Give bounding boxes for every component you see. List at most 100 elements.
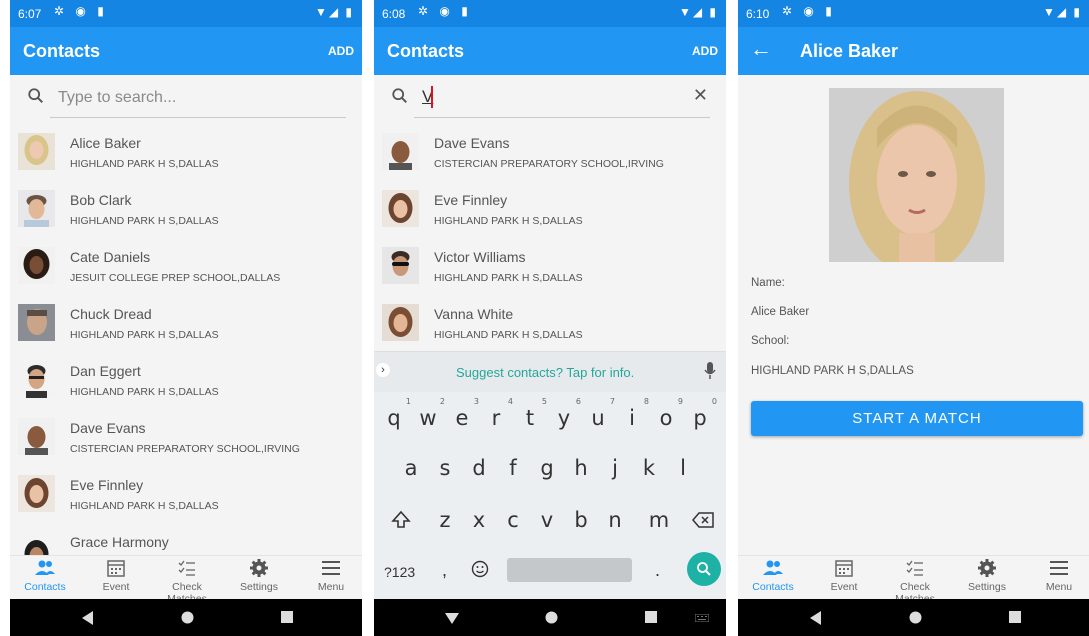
key-c[interactable]: c <box>498 508 528 532</box>
nav-check-matches[interactable]: Check Matches <box>880 558 950 605</box>
nav-label: Event <box>102 581 130 593</box>
contact-name: Cate Daniels <box>70 249 151 265</box>
nav-settings[interactable]: Settings <box>224 558 294 593</box>
key-z[interactable]: z <box>430 508 460 532</box>
list-item[interactable]: Cate Daniels JESUIT COLLEGE PREP SCHOOL,… <box>10 237 362 295</box>
back-arrow-icon[interactable]: ← <box>750 36 772 62</box>
list-item[interactable]: Vanna White HIGHLAND PARK H S,DALLAS <box>374 294 726 352</box>
search-bar: V ✕ <box>374 75 726 123</box>
home-nav-icon[interactable] <box>545 611 558 624</box>
contact-school: CISTERCIAN PREPARATORY SCHOOL,IRVING <box>434 158 664 170</box>
key-b[interactable]: b <box>566 508 596 532</box>
contact-school: HIGHLAND PARK H S,DALLAS <box>70 500 219 512</box>
contact-name: Dave Evans <box>70 420 146 436</box>
shift-icon[interactable] <box>391 510 411 530</box>
nav-label: Settings <box>968 581 1006 593</box>
nav-contacts[interactable]: Contacts <box>10 558 80 593</box>
emoji-icon[interactable] <box>471 560 489 578</box>
hide-keyboard-icon[interactable] <box>445 613 459 624</box>
key-a[interactable]: a <box>396 456 426 480</box>
key-o[interactable]: o9 <box>651 397 683 430</box>
add-button[interactable]: ADD <box>328 44 354 58</box>
home-nav-icon[interactable] <box>181 611 194 624</box>
key-q[interactable]: q1 <box>379 397 411 430</box>
key-p[interactable]: p0 <box>685 397 717 430</box>
chevron-right-icon[interactable]: › <box>376 363 390 377</box>
key-n[interactable]: n <box>600 508 630 532</box>
key-r[interactable]: r4 <box>481 397 513 430</box>
key-h[interactable]: h <box>566 456 596 480</box>
key-g[interactable]: g <box>532 456 562 480</box>
nav-settings[interactable]: Settings <box>952 558 1022 593</box>
key-d[interactable]: d <box>464 456 494 480</box>
portrait-image <box>829 88 1004 262</box>
symbols-key[interactable]: ?123 <box>384 564 415 580</box>
nav-event[interactable]: Event <box>81 558 151 593</box>
avatar <box>382 247 419 284</box>
key-u[interactable]: u7 <box>583 397 615 430</box>
key-w[interactable]: w2 <box>413 397 445 430</box>
nav-menu[interactable]: Menu <box>1024 558 1089 593</box>
status-time: 6:10 <box>746 7 770 21</box>
phone-contact-detail: 6:10 ✲ ◉ ▮ ▼◢ ▮ ← Alice Baker Name: Alic… <box>738 0 1089 636</box>
recents-nav-icon[interactable] <box>1009 611 1021 623</box>
nav-label: Settings <box>240 581 278 593</box>
mic-icon[interactable] <box>704 362 716 380</box>
list-item[interactable]: Bob Clark HIGHLAND PARK H S,DALLAS <box>10 180 362 238</box>
list-item[interactable]: Chuck Dread HIGHLAND PARK H S,DALLAS <box>10 294 362 352</box>
contact-school: HIGHLAND PARK H S,DALLAS <box>434 329 583 341</box>
suggest-contacts-link[interactable]: Suggest contacts? Tap for info. <box>456 365 634 380</box>
search-input[interactable]: Type to search... <box>58 89 176 107</box>
avatar <box>18 361 55 398</box>
status-bar: 6:07 ✲ ◉ ▮ ▼◢ ▮ <box>10 0 362 27</box>
key-v[interactable]: v <box>532 508 562 532</box>
nav-label: Menu <box>1045 581 1073 593</box>
back-nav-icon[interactable] <box>82 611 94 625</box>
add-button[interactable]: ADD <box>692 44 718 58</box>
key-f[interactable]: f <box>498 456 528 480</box>
close-icon[interactable]: ✕ <box>693 85 708 106</box>
key-t[interactable]: t5 <box>515 397 547 430</box>
list-item[interactable]: Victor Williams HIGHLAND PARK H S,DALLAS <box>374 237 726 295</box>
contact-photo <box>829 88 1004 262</box>
comma-key[interactable]: , <box>442 560 447 581</box>
nav-event[interactable]: Event <box>809 558 879 593</box>
key-i[interactable]: i8 <box>617 397 649 430</box>
contact-name: Dan Eggert <box>70 363 141 379</box>
key-l[interactable]: l <box>668 456 698 480</box>
start-match-button[interactable]: START A MATCH <box>751 401 1083 436</box>
backspace-icon[interactable] <box>692 512 714 528</box>
contact-name: Vanna White <box>434 306 514 322</box>
back-nav-icon[interactable] <box>810 611 822 625</box>
list-item[interactable]: Dan Eggert HIGHLAND PARK H S,DALLAS <box>10 351 362 409</box>
keyboard-search-button[interactable] <box>687 552 721 586</box>
key-s[interactable]: s <box>430 456 460 480</box>
contact-school: HIGHLAND PARK H S,DALLAS <box>70 329 219 341</box>
key-m[interactable]: m <box>644 508 674 532</box>
key-k[interactable]: k <box>634 456 664 480</box>
nav-menu[interactable]: Menu <box>296 558 362 593</box>
list-item[interactable]: Eve Finnley HIGHLAND PARK H S,DALLAS <box>374 180 726 238</box>
list-item[interactable]: Dave Evans CISTERCIAN PREPARATORY SCHOOL… <box>10 408 362 466</box>
contact-school: CISTERCIAN PREPARATORY SCHOOL,IRVING <box>70 443 300 455</box>
nav-check-matches[interactable]: Check Matches <box>152 558 222 605</box>
recents-nav-icon[interactable] <box>645 611 657 623</box>
space-bar[interactable] <box>507 558 632 582</box>
period-key[interactable]: . <box>655 560 660 581</box>
avatar <box>18 475 55 512</box>
recents-nav-icon[interactable] <box>281 611 293 623</box>
list-item[interactable]: Dave Evans CISTERCIAN PREPARATORY SCHOOL… <box>374 123 726 181</box>
key-x[interactable]: x <box>464 508 494 532</box>
keyboard-switch-icon[interactable] <box>695 614 709 622</box>
key-e[interactable]: e3 <box>447 397 479 430</box>
key-j[interactable]: j <box>600 456 630 480</box>
home-nav-icon[interactable] <box>909 611 922 624</box>
app-bar: Contacts ADD <box>374 27 726 75</box>
list-item[interactable]: Alice Baker HIGHLAND PARK H S,DALLAS <box>10 123 362 181</box>
list-item[interactable]: Eve Finnley HIGHLAND PARK H S,DALLAS <box>10 465 362 523</box>
app-bar: ← Alice Baker <box>738 27 1089 75</box>
nav-contacts[interactable]: Contacts <box>738 558 808 593</box>
contact-school: HIGHLAND PARK H S,DALLAS <box>70 158 219 170</box>
key-y[interactable]: y6 <box>549 397 581 430</box>
gear-icon <box>250 559 268 577</box>
